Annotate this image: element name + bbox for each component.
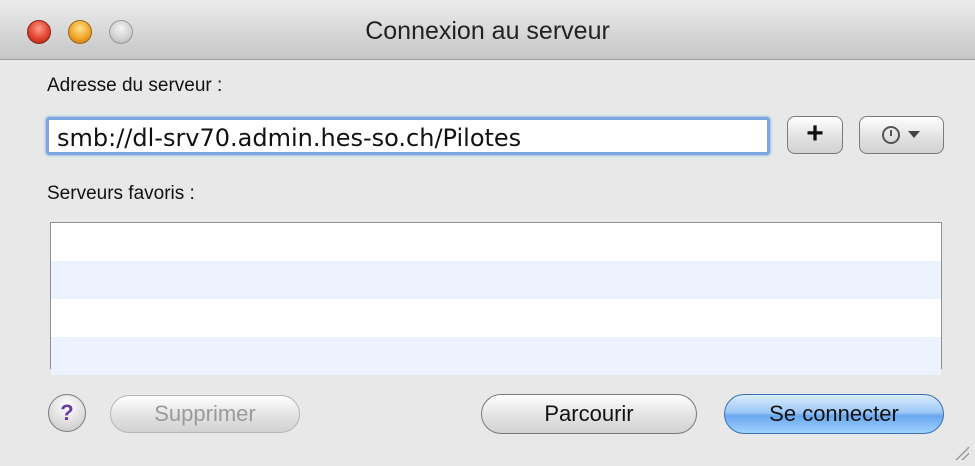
title-bar[interactable]: Connexion au serveur <box>0 0 975 60</box>
delete-button[interactable]: Supprimer <box>110 395 300 433</box>
add-favorite-button[interactable]: + <box>787 116 843 154</box>
favorite-servers-list[interactable] <box>50 222 942 375</box>
list-row <box>51 299 941 337</box>
server-address-input[interactable]: smb://dl-srv70.admin.hes-so.ch/Pilotes <box>46 117 770 155</box>
browse-button[interactable]: Parcourir <box>481 394 697 434</box>
list-row <box>51 337 941 375</box>
list-row <box>51 261 941 299</box>
window-title: Connexion au serveur <box>365 17 610 45</box>
favorite-servers-label: Serveurs favoris : <box>47 183 195 204</box>
connect-button[interactable]: Se connecter <box>724 394 944 434</box>
list-row <box>51 223 941 261</box>
resize-grip[interactable] <box>955 446 969 460</box>
connect-to-server-window: Connexion au serveur Adresse du serveur … <box>0 0 975 466</box>
help-button[interactable]: ? <box>48 394 86 432</box>
clock-icon <box>882 126 900 144</box>
recent-servers-button[interactable] <box>859 116 944 154</box>
chevron-down-icon <box>908 131 920 138</box>
server-address-label: Adresse du serveur : <box>47 75 223 96</box>
